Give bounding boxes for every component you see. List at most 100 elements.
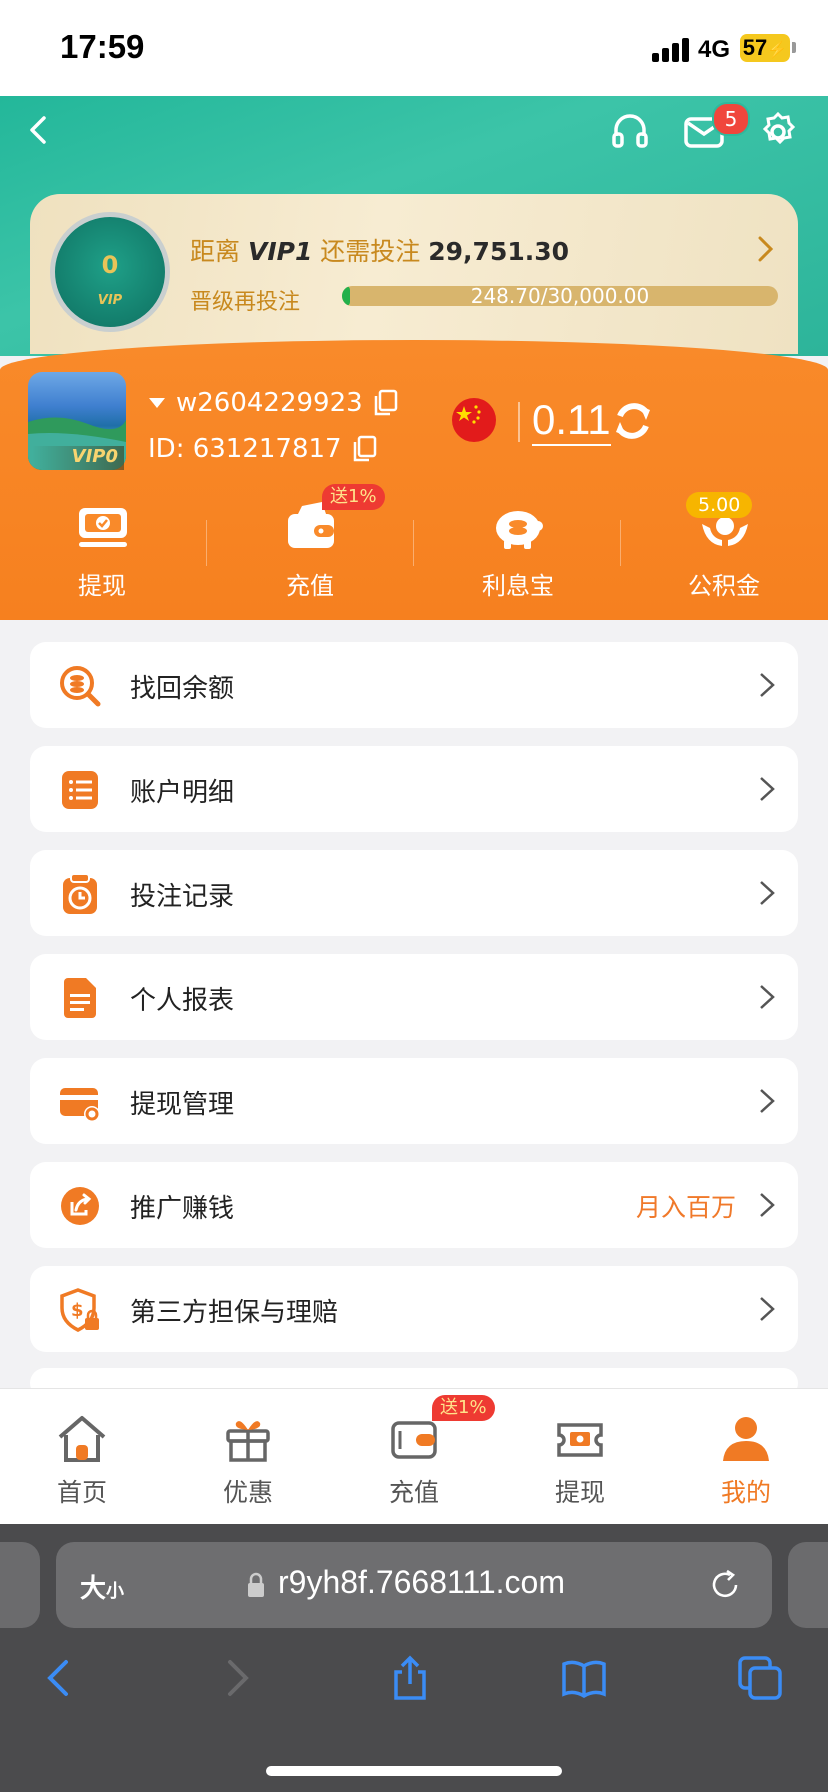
next-tab-preview[interactable] [788, 1542, 828, 1628]
avatar-vip-badge: VIP0 [32, 446, 124, 470]
divider [413, 520, 414, 566]
vip-target-level: VIP1 [247, 237, 313, 266]
quick-action-label: 提现 [78, 572, 126, 600]
battery-level: 57 [742, 35, 768, 60]
menu-item-promote[interactable]: 推广赚钱 月入百万 [30, 1162, 798, 1248]
tab-label: 提现 [554, 1478, 605, 1507]
share-icon[interactable] [386, 1654, 434, 1702]
chevron-right-icon[interactable] [752, 234, 778, 264]
card-gear-icon [60, 1088, 100, 1122]
menu-label: 账户明细 [130, 778, 235, 808]
chevron-right-icon [760, 777, 775, 801]
quick-action-label: 利息宝 [482, 572, 554, 600]
gift-icon [226, 1421, 270, 1462]
menu-item-guarantee[interactable]: $ 第三方担保与理赔 [30, 1266, 798, 1352]
balance: 0.11 [532, 396, 611, 446]
menu-extra-text: 月入百万 [635, 1193, 736, 1222]
withdraw-icon [79, 508, 127, 547]
vip-progress-bar: 248.70/30,000.00 [342, 286, 778, 306]
document-icon [64, 978, 96, 1018]
shield-lock-icon: $ [60, 1288, 99, 1332]
menu-item-recover-balance[interactable]: 找回余额 [30, 642, 798, 728]
tabs-icon[interactable] [736, 1654, 784, 1702]
vip-medal-label: VIP [97, 293, 123, 308]
menu-item-personal-report[interactable]: 个人报表 [30, 954, 798, 1040]
quick-action-label: 充值 [286, 572, 334, 600]
reload-icon[interactable] [708, 1568, 742, 1602]
back-icon[interactable] [20, 110, 60, 150]
mail-badge: 5 [712, 102, 750, 136]
copy-icon[interactable] [352, 435, 378, 463]
url-text: r9yh8f.7668111.com [278, 1564, 565, 1600]
text-size-button[interactable]: 大小 [80, 1568, 124, 1605]
chevron-right-icon [760, 1193, 775, 1217]
tab-label: 优惠 [222, 1478, 273, 1507]
divider [206, 520, 207, 566]
tab-label: 首页 [56, 1478, 107, 1507]
fund-amount-badge: 5.00 [686, 492, 753, 518]
vip-mid-text: 还需投注 [320, 237, 421, 266]
list-icon [62, 771, 98, 809]
menu-label: 提现管理 [130, 1090, 235, 1120]
vip-prefix: 距离 [190, 237, 241, 266]
address-bar[interactable]: 大小 r9yh8f.7668111.com [56, 1542, 772, 1628]
settings-icon[interactable] [756, 110, 800, 154]
browser-back-icon[interactable] [36, 1654, 84, 1702]
divider [620, 520, 621, 566]
vip-medal-icon: 0 VIP [50, 212, 170, 332]
tab-label: 充值 [388, 1478, 439, 1507]
piggy-bank-icon [496, 511, 543, 549]
status-time: 17:59 [60, 28, 145, 65]
chevron-right-icon [760, 1089, 775, 1113]
chevron-right-icon [760, 985, 775, 1009]
menu-item-withdraw-management[interactable]: 提现管理 [30, 1058, 798, 1144]
menu-item-account-details[interactable]: 账户明细 [30, 746, 798, 832]
copy-icon[interactable] [373, 389, 399, 417]
bookmarks-icon[interactable] [560, 1654, 608, 1702]
menu-label: 找回余额 [130, 674, 235, 704]
lock-icon [248, 1572, 264, 1597]
chevron-right-icon [760, 881, 775, 905]
menu-label: 投注记录 [130, 882, 235, 912]
username: w2604229923 [176, 388, 363, 418]
menu-item-bet-records[interactable]: 投注记录 [30, 850, 798, 936]
home-icon [58, 1416, 106, 1462]
vip-requirement: 距离 VIP1 还需投注 29,751.30 [190, 232, 569, 268]
previous-tab-preview[interactable] [0, 1542, 40, 1628]
user-id-row: ID: 631217817 [148, 434, 378, 464]
divider [518, 402, 520, 442]
share-icon [61, 1187, 99, 1225]
network-type: 4G [698, 36, 731, 63]
bottom-tab-bar: 首页 优惠 充值 送1% 提现 我的 [0, 1388, 828, 1525]
user-id: ID: 631217817 [148, 434, 342, 464]
menu-label: 个人报表 [130, 986, 235, 1016]
bonus-badge: 送1% [322, 484, 385, 510]
user-icon [723, 1417, 769, 1461]
signal-icon [652, 38, 692, 62]
vip-upgrade-label: 晋级再投注 [190, 290, 301, 315]
chevron-right-icon [760, 673, 775, 697]
home-indicator[interactable] [266, 1766, 562, 1776]
battery-tip [792, 42, 796, 53]
quick-action-label: 公积金 [688, 572, 760, 600]
svg-text:$: $ [71, 1300, 84, 1321]
vip-progress-text: 248.70/30,000.00 [470, 286, 650, 306]
menu-label: 第三方担保与理赔 [130, 1298, 339, 1328]
vip-remaining: 29,751.30 [428, 237, 570, 266]
bonus-badge: 送1% [432, 1395, 495, 1421]
chevron-right-icon [760, 1297, 775, 1321]
china-flag-icon[interactable] [452, 398, 496, 442]
battery-icon: 57⚡ [740, 34, 790, 62]
text-size-large: 大 [80, 1574, 107, 1604]
headset-icon[interactable] [608, 110, 652, 154]
ticket-icon [557, 1423, 603, 1457]
vip-medal-level: 0 [101, 251, 119, 279]
search-coin-icon [60, 666, 101, 707]
status-bar: 17:59 4G 57⚡ [0, 0, 828, 96]
clipboard-clock-icon [63, 873, 97, 914]
caret-down-icon[interactable] [148, 397, 166, 409]
tab-label: 我的 [720, 1478, 771, 1507]
menu-label: 推广赚钱 [130, 1194, 235, 1224]
refresh-icon[interactable] [610, 398, 656, 444]
browser-forward-icon[interactable] [212, 1654, 260, 1702]
